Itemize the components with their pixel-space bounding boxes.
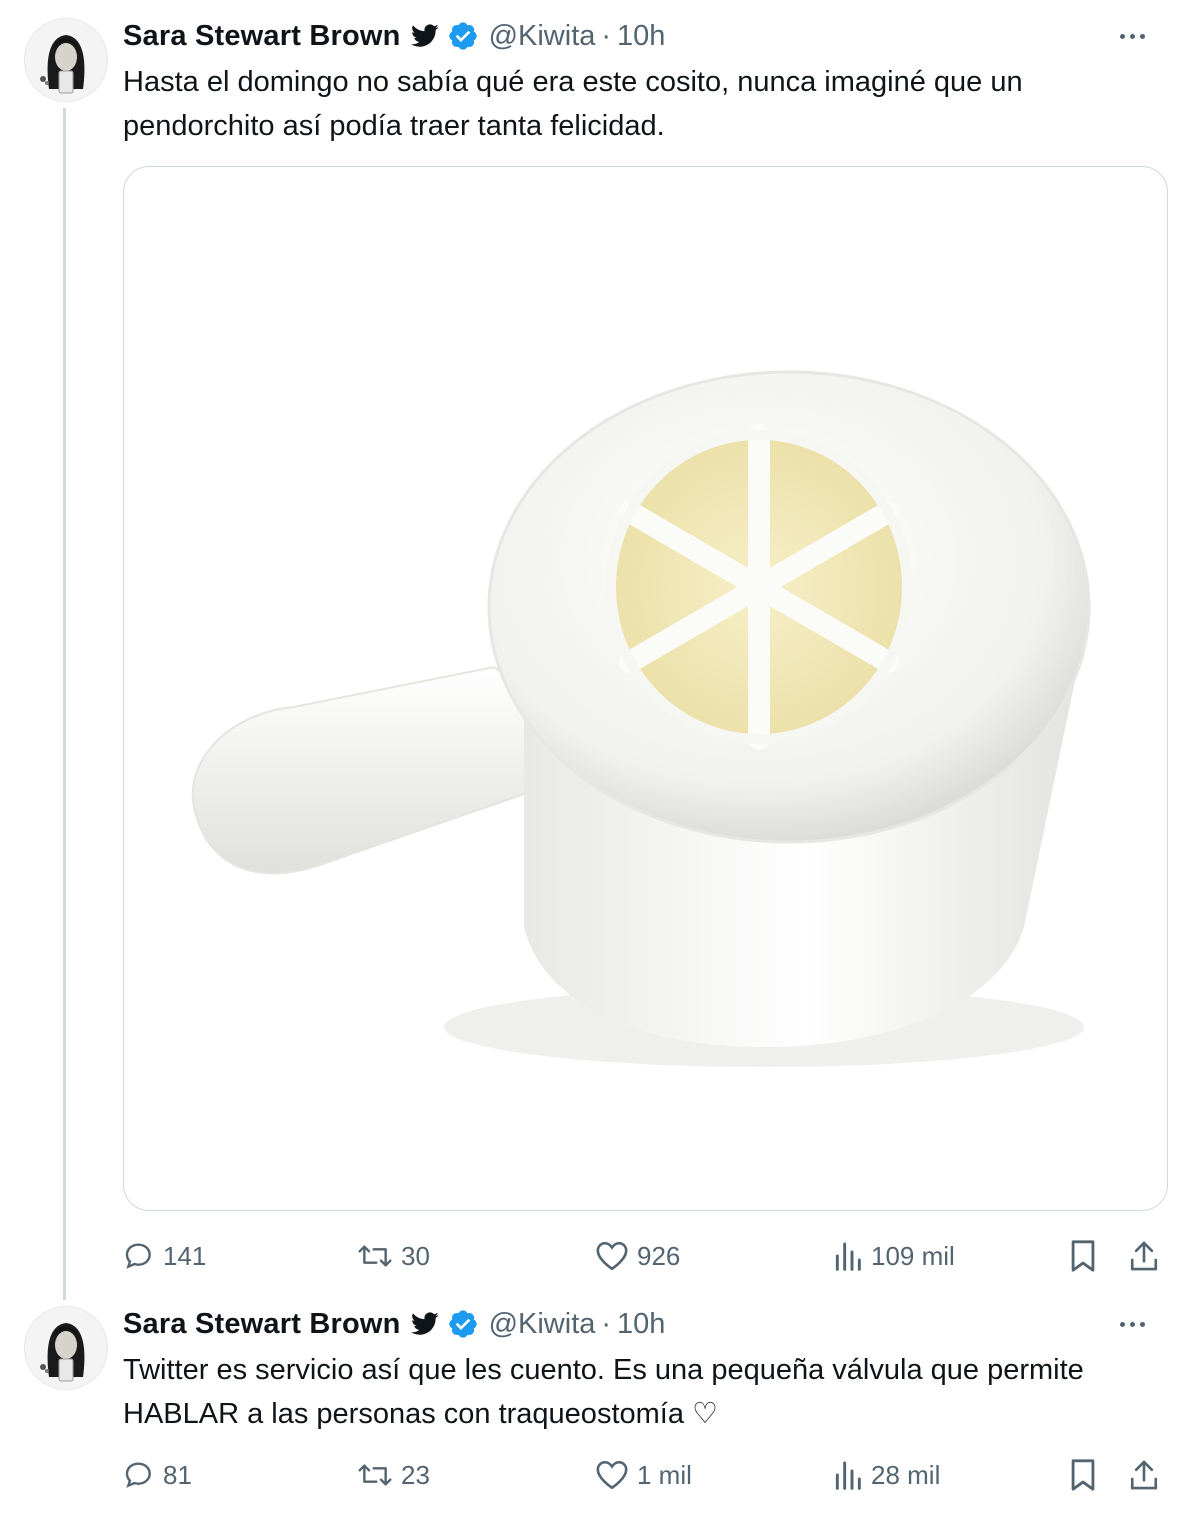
avatar-image [25,19,107,101]
thread-connector-line [63,108,66,1300]
bookmark-button[interactable] [1068,1234,1098,1278]
separator-dot: · [601,19,612,52]
retweet-icon [358,1464,392,1486]
views-chart-icon [835,1242,861,1271]
share-icon [1130,1460,1158,1490]
like-button[interactable]: 1 mil [595,1453,692,1497]
avatar-image [25,1307,107,1389]
heart-icon [596,1460,628,1490]
author-handle[interactable]: @Kiwita [489,20,596,53]
tweet-actions: 141 30 926 109 mil [123,1234,1168,1278]
retweet-count: 23 [401,1459,430,1490]
twitter-bird-icon [410,1312,439,1336]
bookmark-icon [1071,1459,1095,1491]
heart-icon [596,1241,628,1271]
author-name[interactable]: Sara Stewart Brown [123,20,401,53]
share-button[interactable] [1128,1453,1160,1497]
author-name[interactable]: Sara Stewart Brown [123,1308,401,1341]
avatar[interactable] [24,18,108,102]
tweet-actions: 81 23 1 mil 28 mil [123,1453,1168,1497]
bookmark-icon [1071,1240,1095,1272]
more-options-icon[interactable] [1120,33,1145,39]
views-button[interactable]: 28 mil [833,1453,940,1497]
tweet-media[interactable] [123,166,1168,1211]
bookmark-button[interactable] [1068,1453,1098,1497]
like-count: 926 [637,1240,681,1271]
reply-button[interactable]: 141 [123,1234,206,1278]
tweet-header: Sara Stewart Brown @Kiwita · 10h [123,1302,1173,1346]
share-button[interactable] [1128,1234,1160,1278]
timestamp[interactable]: 10h [617,20,665,53]
verified-badge-icon [447,1308,479,1340]
retweet-button[interactable]: 23 [357,1453,430,1497]
tweet-text: Twitter es servicio así que les cuento. … [123,1354,1084,1430]
reply-count: 81 [163,1459,192,1490]
more-options-icon[interactable] [1120,1321,1145,1327]
views-button[interactable]: 109 mil [833,1234,955,1278]
share-icon [1130,1241,1158,1271]
reply-icon [125,1462,151,1488]
speaking-valve-photo [191,370,1091,1067]
author-handle[interactable]: @Kiwita [489,1308,596,1341]
tweet-text: Hasta el domingo no sabía qué era este c… [123,66,1023,142]
retweet-button[interactable]: 30 [357,1234,430,1278]
like-button[interactable]: 926 [595,1234,680,1278]
avatar[interactable] [24,1306,108,1390]
timestamp[interactable]: 10h [617,1308,665,1341]
separator-dot: · [601,1307,612,1340]
verified-badge-icon [447,20,479,52]
reply-icon [125,1243,151,1269]
twitter-bird-icon [410,24,439,48]
reply-count: 141 [163,1240,207,1271]
tweet-header: Sara Stewart Brown @Kiwita · 10h [123,14,1173,58]
reply-button[interactable]: 81 [123,1453,192,1497]
view-count: 109 mil [871,1240,955,1271]
retweet-count: 30 [401,1240,430,1271]
like-count: 1 mil [637,1459,692,1490]
views-chart-icon [835,1461,861,1490]
view-count: 28 mil [871,1459,941,1490]
retweet-icon [358,1245,392,1267]
